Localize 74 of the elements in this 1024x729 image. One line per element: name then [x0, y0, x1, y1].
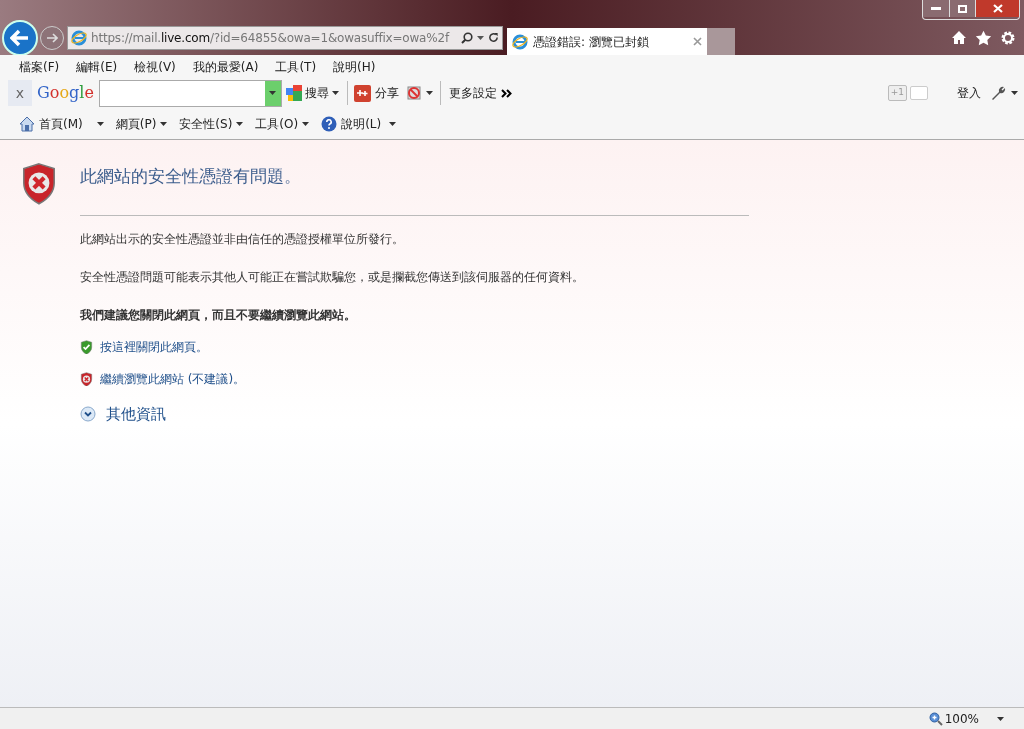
menu-item[interactable]: 我的最愛(A) — [192, 58, 259, 76]
restore-button[interactable] — [949, 0, 975, 17]
search-field[interactable] — [98, 79, 282, 107]
command-menu-button[interactable]: 工具(O) — [255, 115, 310, 133]
close-page-link[interactable]: 按這裡關閉此網頁。 — [100, 338, 208, 356]
menu-item[interactable]: 說明(H) — [333, 58, 376, 76]
caret-icon — [477, 35, 484, 40]
zoom-dropdown[interactable] — [997, 716, 1004, 721]
zoom-icon — [928, 711, 943, 726]
shield-check-icon — [80, 339, 93, 355]
menu-item[interactable]: 檔案(F) — [19, 58, 60, 76]
sign-in-link[interactable]: 登入 — [957, 84, 981, 102]
count-bubble — [910, 86, 928, 100]
wrench-icon[interactable] — [990, 85, 1006, 101]
home-dropdown[interactable] — [96, 122, 104, 126]
caret-icon — [1011, 91, 1018, 95]
home-icon — [19, 116, 35, 132]
minimize-button[interactable] — [923, 0, 949, 17]
help-button[interactable]: 說明(L) — [321, 115, 397, 133]
browser-tab[interactable]: 憑證錯誤: 瀏覽已封鎖 — [507, 28, 707, 55]
zoom-button[interactable]: 100% — [928, 709, 979, 728]
command-menu-button[interactable]: 網頁(P) — [115, 115, 168, 133]
search-button[interactable]: 搜尋 — [285, 84, 339, 102]
url-text: https://mail.live.com/?id=64855&owa=1&owasuffix=owa%2f — [91, 29, 449, 47]
page-title: 此網站的安全性憑證有問題。 — [80, 165, 302, 187]
caret-icon — [96, 122, 104, 126]
caret-icon — [269, 91, 277, 95]
tab-title: 憑證錯誤: 瀏覽已封鎖 — [533, 33, 649, 51]
caret-icon — [997, 716, 1004, 721]
help-icon — [321, 116, 338, 132]
caret-icon — [302, 122, 310, 126]
double-chevron-icon — [500, 88, 512, 98]
close-icon — [992, 4, 1003, 13]
left-arrow-icon — [10, 28, 30, 47]
blocker-button[interactable] — [405, 85, 433, 101]
paragraph: 此網站出示的安全性憑證並非由信任的憑證授權單位所發行。 — [80, 231, 405, 248]
close-toolbar-button[interactable]: x — [8, 80, 32, 106]
recommendation: 我們建議您關閉此網頁，而且不要繼續瀏覽此網站。 — [80, 307, 357, 324]
google-search-icon — [285, 85, 302, 101]
caret-icon — [331, 91, 339, 95]
browser-logo-icon — [512, 33, 528, 50]
menu-item[interactable]: 檢視(V) — [134, 58, 176, 76]
share-button[interactable]: 分享 — [353, 84, 399, 102]
google-plus-icon — [353, 84, 371, 102]
continue-link[interactable]: 繼續瀏覽此網站 (不建議)。 — [100, 370, 246, 388]
expand-icon — [80, 406, 96, 423]
menu-item[interactable]: 工具(T) — [275, 58, 317, 76]
caret-icon — [236, 122, 244, 126]
dropdown-toggle[interactable] — [264, 80, 281, 106]
star-icon[interactable] — [975, 29, 992, 46]
close-button[interactable] — [975, 0, 1019, 17]
right-arrow-icon — [46, 32, 58, 43]
settings-icon[interactable] — [1000, 29, 1016, 46]
paragraph: 安全性憑證問題可能表示其他人可能正在嘗試欺騙您，或是攔截您傳送到該伺服器的任何資料。 — [80, 269, 585, 286]
home-button[interactable]: 首頁(M) — [19, 115, 83, 133]
refresh-icon — [488, 32, 499, 43]
search-icon — [461, 31, 473, 44]
forward-button[interactable] — [40, 25, 64, 50]
blocked-page-icon — [405, 85, 422, 101]
close-tab-icon[interactable] — [693, 37, 702, 46]
google-logo: Google — [37, 82, 94, 104]
menu-item[interactable]: 編輯(E) — [76, 58, 118, 76]
home-icon[interactable] — [951, 30, 967, 45]
more-settings-button[interactable]: 更多設定 — [448, 84, 512, 102]
address-field[interactable]: https://mail.live.com/?id=64855&owa=1&owasuffix=owa%2f — [67, 25, 503, 50]
shield-x-icon — [80, 371, 93, 387]
command-menu-button[interactable]: 安全性(S) — [179, 115, 244, 133]
caret-icon — [425, 91, 433, 95]
caret-icon — [160, 122, 168, 126]
back-button[interactable] — [2, 19, 38, 56]
more-info-toggle[interactable]: 其他資訊 — [80, 403, 749, 426]
caret-icon — [389, 122, 397, 126]
browser-logo-icon — [71, 29, 87, 46]
shield-x-icon — [20, 162, 58, 206]
